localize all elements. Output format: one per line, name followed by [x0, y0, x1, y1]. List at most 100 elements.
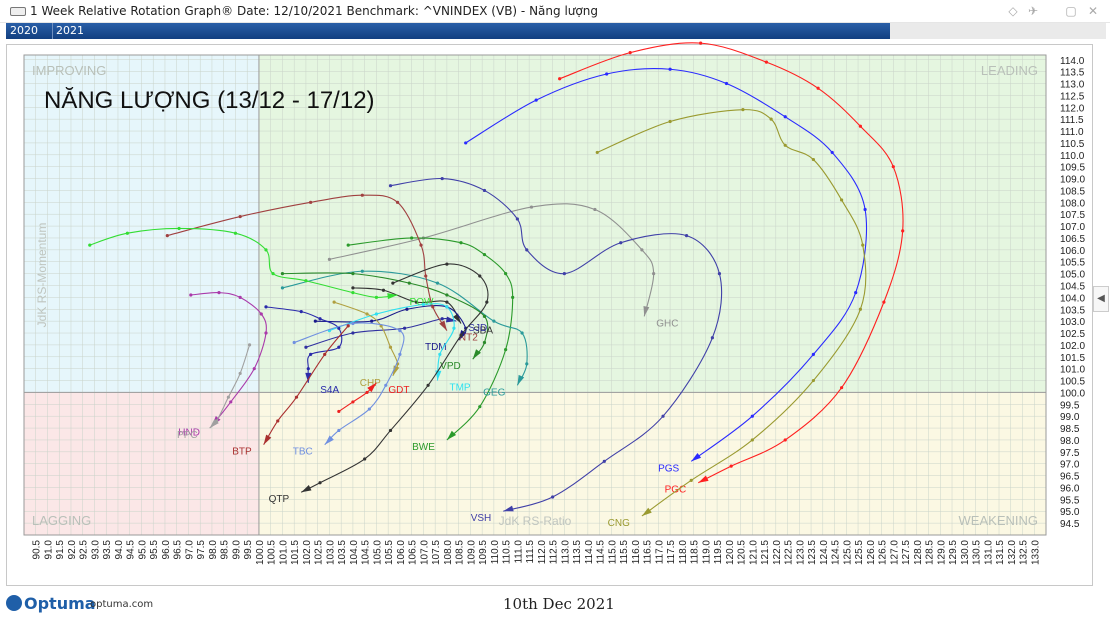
x-tick-label: 94.5	[126, 540, 137, 560]
tail-point	[367, 407, 371, 411]
y-tick-label: 104.0	[1060, 293, 1085, 304]
tail-point	[421, 302, 426, 307]
tail-point	[238, 295, 242, 299]
tail-point	[602, 459, 606, 463]
chart-title: NĂNG LƯỢNG (13/12 - 17/12)	[44, 87, 375, 114]
series-label: S4A	[320, 385, 339, 396]
tail-point	[363, 457, 367, 461]
x-tick-label: 111.0	[513, 540, 524, 564]
tail-point	[482, 253, 487, 257]
tail-point	[478, 405, 482, 409]
tail-point	[365, 312, 369, 316]
tail-point	[264, 248, 268, 252]
tail-point	[783, 115, 787, 119]
x-tick-label: 129.5	[948, 540, 959, 565]
x-tick-label: 127.0	[889, 540, 900, 565]
tail-point	[351, 291, 355, 295]
quadrant-label: LEADING	[981, 63, 1038, 78]
tail-point	[652, 272, 656, 276]
tail-point	[435, 281, 440, 285]
tail-point	[388, 345, 393, 349]
tail-point	[280, 272, 285, 276]
tail-point	[217, 291, 221, 295]
tail-point	[407, 281, 411, 285]
tail-point	[452, 326, 456, 330]
tail-point	[445, 300, 449, 304]
x-tick-label: 97.0	[184, 540, 195, 560]
tail-point	[558, 77, 562, 81]
tail-point	[351, 272, 355, 276]
x-tick-label: 95.5	[149, 540, 160, 560]
tail-point	[485, 300, 489, 304]
x-tick-label: 107.0	[419, 540, 430, 565]
x-tick-label: 124.0	[819, 540, 830, 565]
y-tick-label: 106.5	[1060, 234, 1085, 245]
y-tick-label: 113.5	[1060, 68, 1085, 79]
tail-point	[318, 481, 322, 485]
tail-point	[478, 274, 482, 278]
tail-point	[271, 272, 275, 276]
x-tick-label: 119.0	[701, 540, 712, 565]
y-tick-label: 112.5	[1060, 91, 1085, 102]
tail-point	[891, 165, 895, 169]
tail-point	[858, 124, 862, 128]
tail-point	[529, 205, 534, 209]
tail-point	[699, 41, 703, 45]
tail-point	[764, 60, 769, 64]
collapse-panel-button[interactable]: ◀	[1093, 286, 1109, 312]
tail-point	[233, 231, 238, 235]
x-tick-label: 111.5	[525, 540, 536, 564]
y-tick-label: 96.0	[1060, 483, 1080, 494]
y-tick-label: 97.0	[1060, 460, 1080, 471]
tail-point	[445, 293, 449, 297]
y-tick-label: 102.0	[1060, 341, 1085, 352]
tail-point	[276, 419, 280, 423]
tail-point	[593, 207, 597, 212]
tail-point	[351, 321, 355, 326]
y-tick-label: 110.0	[1060, 151, 1085, 162]
y-axis-label: JdK RS-Momentum	[35, 223, 49, 328]
tail-point	[861, 243, 865, 247]
tail-point	[830, 150, 834, 155]
tail-point	[226, 395, 230, 399]
x-tick-label: 132.0	[1007, 540, 1018, 565]
tail-point	[337, 345, 341, 349]
x-tick-label: 105.5	[384, 540, 395, 565]
x-tick-label: 91.0	[43, 540, 54, 560]
tail-point	[783, 438, 787, 442]
tail-point	[309, 200, 313, 204]
x-tick-label: 115.5	[619, 540, 630, 565]
series-label: GDT	[388, 385, 409, 396]
y-tick-label: 108.0	[1060, 198, 1085, 209]
tail-point	[515, 217, 519, 221]
x-tick-label: 91.5	[55, 540, 66, 560]
tail-point	[668, 119, 672, 124]
y-tick-label: 97.5	[1060, 448, 1080, 459]
x-tick-label: 115.0	[607, 540, 618, 565]
x-tick-label: 98.5	[220, 540, 231, 560]
y-tick-label: 107.5	[1060, 210, 1085, 221]
tail-point	[684, 233, 689, 238]
y-tick-label: 109.5	[1060, 163, 1085, 174]
tail-point	[668, 67, 672, 71]
x-tick-label: 126.0	[866, 540, 877, 565]
tail-point	[816, 86, 820, 90]
x-tick-label: 103.5	[337, 540, 348, 565]
tail-point	[445, 262, 449, 266]
x-tick-label: 98.0	[208, 540, 219, 560]
x-tick-label: 128.0	[913, 540, 924, 565]
tail-point	[405, 307, 409, 311]
x-tick-label: 101.5	[290, 540, 301, 565]
x-tick-label: 109.0	[466, 540, 477, 565]
y-tick-label: 103.0	[1060, 317, 1085, 328]
tail-point	[605, 72, 609, 76]
x-tick-label: 102.0	[302, 540, 313, 565]
y-tick-label: 106.0	[1060, 246, 1085, 257]
tail-point	[492, 319, 496, 323]
tail-point	[811, 157, 816, 162]
series-label: QTP	[269, 494, 290, 505]
y-tick-label: 98.0	[1060, 436, 1080, 447]
x-tick-label: 100.5	[267, 540, 278, 565]
tail-point	[729, 464, 733, 468]
x-tick-label: 116.5	[643, 540, 654, 565]
